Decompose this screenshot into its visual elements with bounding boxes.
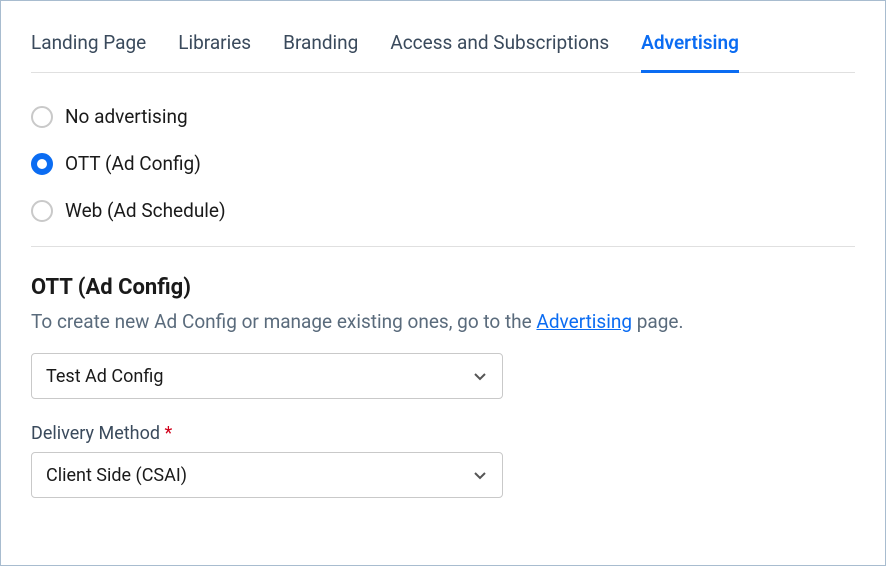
radio-label: Web (Ad Schedule) [65, 199, 226, 222]
delivery-method-select[interactable]: Client Side (CSAI) [31, 452, 503, 498]
tab-libraries[interactable]: Libraries [178, 31, 251, 72]
tab-access-subscriptions[interactable]: Access and Subscriptions [390, 31, 609, 72]
delivery-label-text: Delivery Method [31, 423, 160, 444]
delivery-method-value: Client Side (CSAI) [46, 465, 187, 486]
required-asterisk: * [160, 423, 172, 444]
radio-label: OTT (Ad Config) [65, 152, 201, 175]
tab-branding[interactable]: Branding [283, 31, 358, 72]
radio-circle-icon [31, 200, 53, 222]
desc-prefix: To create new Ad Config or manage existi… [31, 310, 536, 333]
radio-ott-ad-config[interactable]: OTT (Ad Config) [31, 152, 855, 175]
chevron-down-icon [472, 467, 488, 483]
tab-advertising[interactable]: Advertising [641, 31, 739, 73]
chevron-down-icon [472, 368, 488, 384]
delivery-method-label: Delivery Method * [31, 423, 855, 444]
advertising-mode-radios: No advertising OTT (Ad Config) Web (Ad S… [31, 105, 855, 222]
section-description: To create new Ad Config or manage existi… [31, 310, 855, 333]
radio-circle-icon [31, 106, 53, 128]
radio-circle-selected-icon [31, 153, 53, 175]
tab-landing-page[interactable]: Landing Page [31, 31, 146, 72]
radio-web-ad-schedule[interactable]: Web (Ad Schedule) [31, 199, 855, 222]
ad-config-value: Test Ad Config [46, 366, 163, 387]
radio-label: No advertising [65, 105, 188, 128]
divider [31, 246, 855, 247]
desc-suffix: page. [632, 310, 683, 333]
ad-config-select[interactable]: Test Ad Config [31, 353, 503, 399]
section-title: OTT (Ad Config) [31, 275, 855, 300]
tabs-bar: Landing Page Libraries Branding Access a… [31, 31, 855, 73]
advertising-link[interactable]: Advertising [536, 310, 632, 333]
radio-no-advertising[interactable]: No advertising [31, 105, 855, 128]
